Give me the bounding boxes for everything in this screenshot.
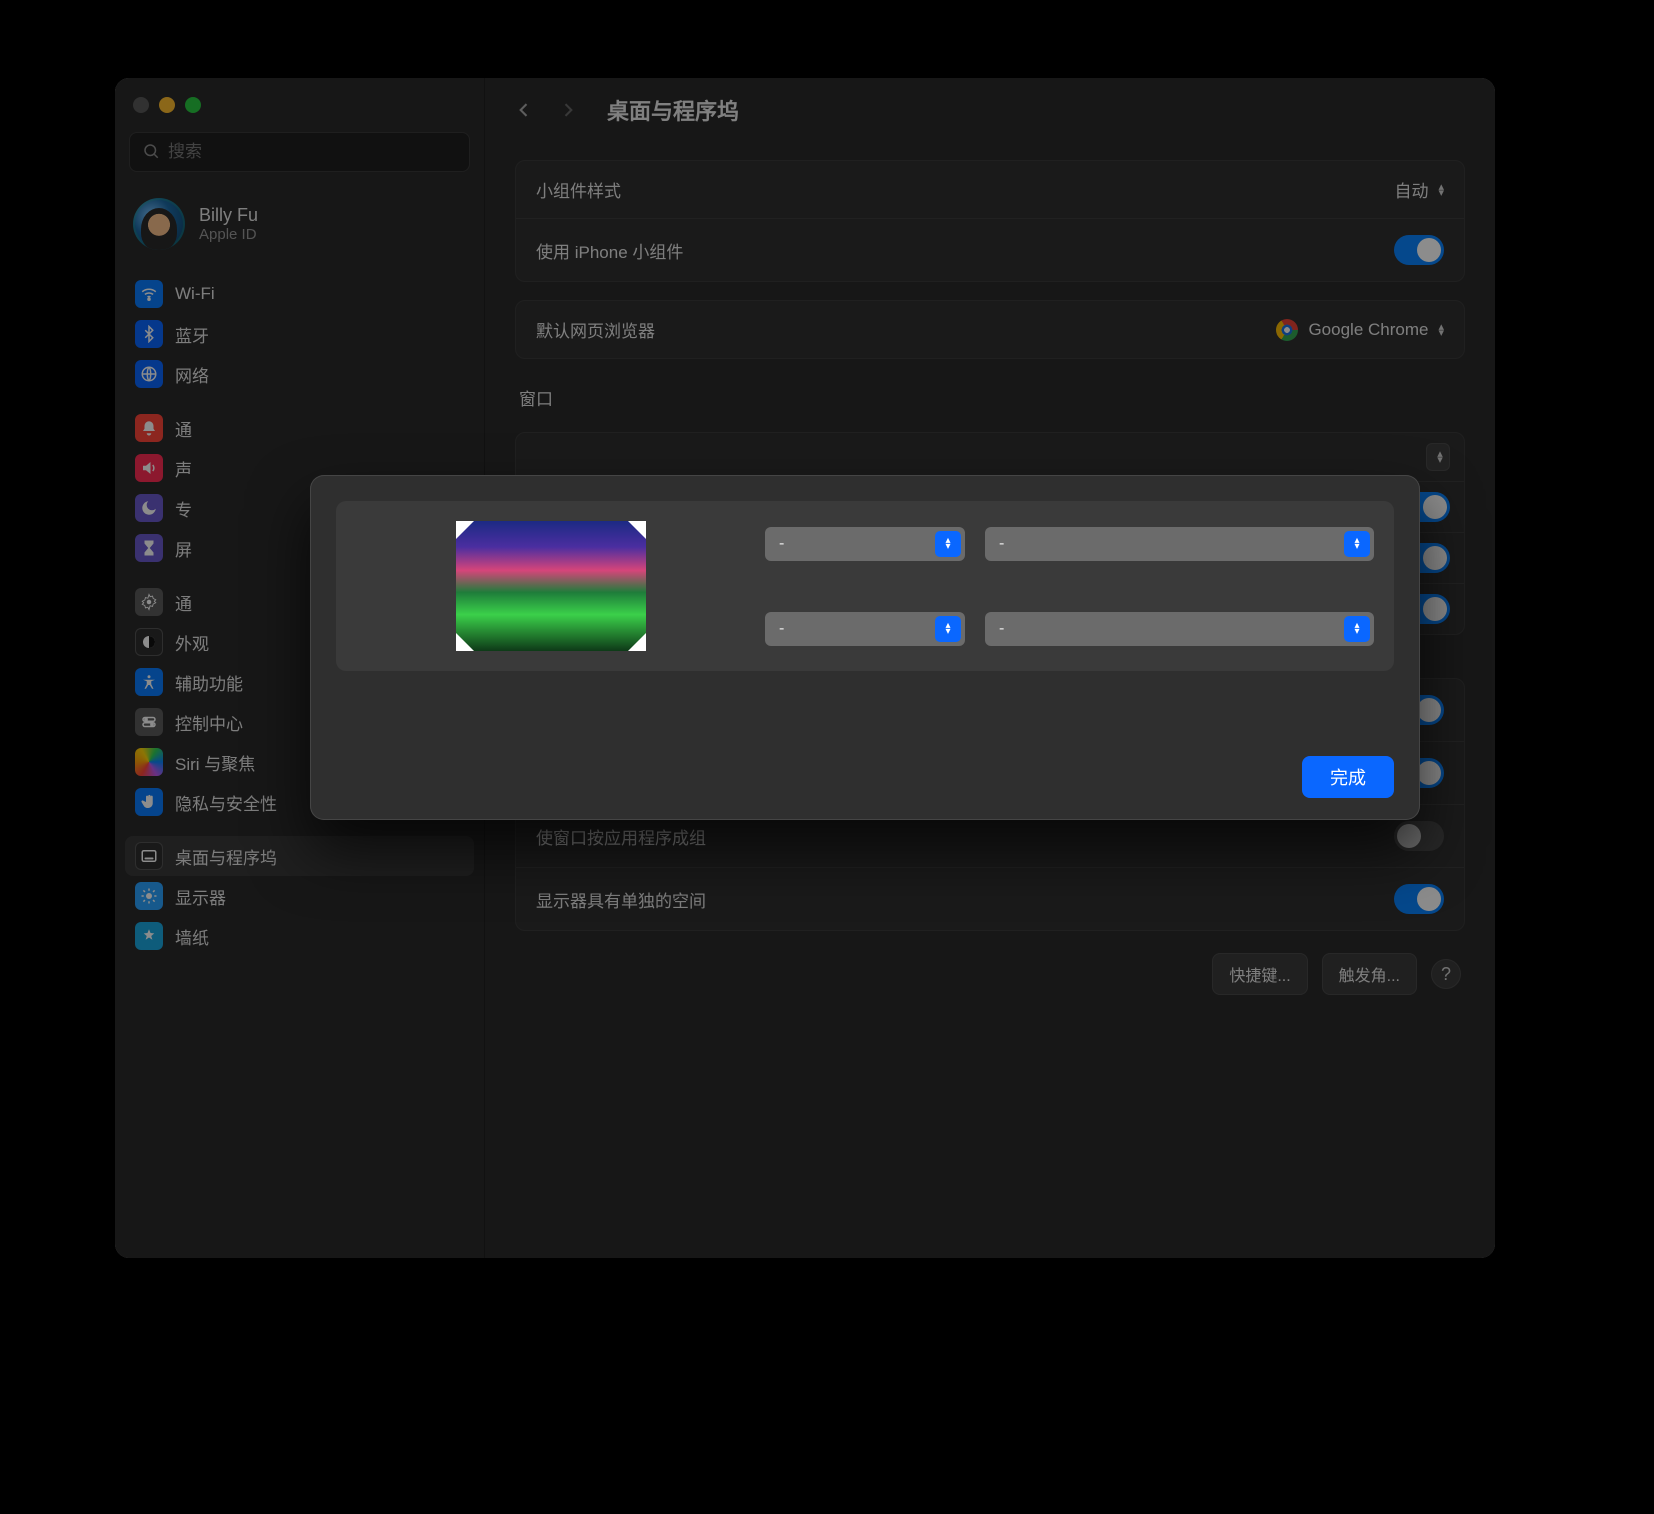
corner-indicator-br: [628, 633, 646, 651]
corner-indicator-tr: [628, 521, 646, 539]
select-value: -: [999, 535, 1004, 553]
corner-select-topleft[interactable]: -: [765, 527, 965, 561]
select-value: -: [779, 620, 784, 638]
corner-select-bottomleft[interactable]: -: [765, 612, 965, 646]
corner-indicator-tl: [456, 521, 474, 539]
done-button[interactable]: 完成: [1302, 756, 1394, 798]
hotcorners-modal: - - - - 完成: [310, 475, 1420, 820]
updown-icon: [935, 531, 961, 557]
screen-thumbnail: [456, 521, 646, 651]
corner-select-bottomright[interactable]: -: [985, 612, 1374, 646]
corner-select-topright[interactable]: -: [985, 527, 1374, 561]
updown-icon: [1344, 616, 1370, 642]
select-value: -: [999, 620, 1004, 638]
updown-icon: [1344, 531, 1370, 557]
hotcorners-grid: - - - -: [336, 501, 1394, 671]
select-value: -: [779, 535, 784, 553]
updown-icon: [935, 616, 961, 642]
corner-indicator-bl: [456, 633, 474, 651]
